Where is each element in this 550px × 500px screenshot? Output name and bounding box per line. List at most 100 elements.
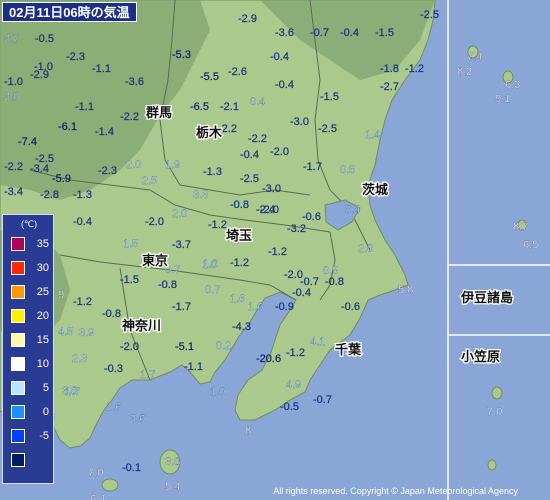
temperature-reading: -5.3 bbox=[172, 49, 191, 61]
legend-swatch bbox=[11, 429, 25, 443]
legend-swatch bbox=[11, 405, 25, 419]
temperature-reading: -2.5 bbox=[240, 173, 259, 185]
temperature-reading: 3.9 bbox=[79, 327, 94, 339]
temperature-reading: -0.4 bbox=[73, 216, 92, 228]
temperature-reading: -0.7 bbox=[313, 394, 332, 406]
temperature-reading: 7.0 bbox=[487, 406, 502, 418]
temperature-reading: -2.2 bbox=[120, 111, 139, 123]
legend-value: 25 bbox=[36, 286, 49, 298]
temperature-reading: 0.7 bbox=[205, 284, 220, 296]
temperature-reading: 2.0 bbox=[172, 208, 187, 220]
temperature-reading: -0.8 bbox=[325, 276, 344, 288]
legend-swatch bbox=[11, 357, 25, 371]
temperature-reading: 4.5 bbox=[58, 326, 73, 338]
legend-value: 20 bbox=[36, 310, 49, 322]
temperature-reading: 1.7 bbox=[65, 386, 80, 398]
map-canvas: 3.7 -0.5-2.9-3.6 -0.7 -0.4 -1.5-2.5-5.3-2.3-… bbox=[0, 0, 550, 500]
temperature-reading: 2.5 bbox=[142, 175, 157, 187]
temperature-reading: 1.7 bbox=[140, 369, 155, 381]
temperature-reading: 9.1 bbox=[495, 93, 510, 105]
temperature-reading: -0.6 bbox=[302, 211, 321, 223]
temperature-reading: -1.5 bbox=[375, 27, 394, 39]
temperature-reading: 1.6 bbox=[230, 293, 245, 305]
temperature-reading: -2.0 bbox=[270, 146, 289, 158]
region-label-tokyo: 東京 bbox=[142, 253, 168, 268]
temperature-reading: 2.3 bbox=[72, 353, 87, 365]
temperature-reading: 7.0 bbox=[88, 467, 103, 479]
region-label-ibaraki: 茨城 bbox=[362, 182, 388, 197]
temperature-reading: -2.6 bbox=[228, 66, 247, 78]
temperature-reading: -1.1 bbox=[75, 101, 94, 113]
temperature-reading: -0.6 bbox=[341, 301, 360, 313]
temperature-reading: -3.2 bbox=[287, 223, 306, 235]
temperature-reading: 1.5 bbox=[123, 238, 138, 250]
temperature-reading: -0.8 bbox=[158, 279, 177, 291]
temperature-reading: 6.5 bbox=[523, 239, 538, 251]
temperature-reading: -1.2 bbox=[73, 296, 92, 308]
temperature-reading: -2.5 bbox=[420, 9, 439, 21]
temperature-reading: -2.3 bbox=[98, 165, 117, 177]
region-label-izu: 伊豆諸島 bbox=[460, 290, 513, 305]
temperature-reading: -0.5 bbox=[35, 33, 54, 45]
legend-value: 30 bbox=[36, 262, 49, 274]
temperature-reading: -2.5 bbox=[318, 123, 337, 135]
temperature-reading: -3.6 bbox=[125, 76, 144, 88]
temperature-reading: 3.3 bbox=[193, 189, 208, 201]
temperature-reading: 2.6 bbox=[106, 401, 121, 413]
temperature-reading: -1.1 bbox=[92, 63, 111, 75]
region-label-kanagawa: 神奈川 bbox=[122, 318, 161, 333]
temperature-reading: -0.1 bbox=[122, 462, 141, 474]
map-title: 02月11日06時の気温 bbox=[2, 2, 137, 22]
temperature-reading: -7.4 bbox=[18, 136, 37, 148]
legend-value: 35 bbox=[36, 238, 49, 250]
region-label-ogasawara: 小笠原 bbox=[461, 349, 500, 364]
temperature-reading: -0.7 bbox=[310, 27, 329, 39]
temperature-reading: -3.0 bbox=[290, 116, 309, 128]
temperature-reading: -0.3 bbox=[104, 363, 123, 375]
temperature-reading: -3.4 bbox=[4, 186, 23, 198]
temperature-reading: 2.0 bbox=[126, 159, 141, 171]
temperature-reading: 1.4 bbox=[365, 129, 380, 141]
temperature-reading: 0.5 bbox=[340, 164, 355, 176]
region-label-gunma: 群馬 bbox=[146, 105, 172, 120]
temperature-reading: -2.2 bbox=[4, 161, 23, 173]
legend-swatch bbox=[11, 285, 25, 299]
temperature-reading: -1.2 bbox=[405, 63, 424, 75]
temperature-reading: -2.5 bbox=[35, 153, 54, 165]
temperature-reading: 3.6 bbox=[130, 413, 145, 425]
temperature-reading: -4.3 bbox=[232, 321, 251, 333]
temperature-reading: -0.4 bbox=[275, 79, 294, 91]
temperature-reading: -0.4 bbox=[292, 287, 311, 299]
temperature-reading: -2.7 bbox=[380, 81, 399, 93]
legend-value: -5 bbox=[39, 430, 49, 442]
temperature-reading: -5.1 bbox=[175, 341, 194, 353]
temperature-reading: 8.2 bbox=[457, 66, 472, 78]
temperature-reading: -2.9 bbox=[30, 69, 49, 81]
temperature-reading: -1.2 bbox=[286, 347, 305, 359]
copyright-notice: All rights reserved. Copyright © Japan M… bbox=[273, 486, 518, 496]
temperature-reading: -3.7 bbox=[172, 239, 191, 251]
temperature-reading: 2.0 bbox=[358, 243, 373, 255]
temperature-reading: 9 bbox=[58, 289, 64, 301]
temperature-reading: -0.9 bbox=[275, 301, 294, 313]
temperature-reading: -1.1 bbox=[184, 361, 203, 373]
temperature-reading: -1.2 bbox=[268, 246, 287, 258]
temperature-reading: 5.4 bbox=[165, 481, 180, 493]
temperature-reading: 8 bbox=[245, 425, 251, 437]
temperature-reading: -1.0 bbox=[4, 76, 23, 88]
temperature-reading: 4.9 bbox=[286, 379, 301, 391]
legend-value: 0 bbox=[42, 406, 49, 418]
temperature-reading: 5.8 bbox=[398, 284, 413, 296]
legend-swatch bbox=[11, 381, 25, 395]
temperature-reading: -1.4 bbox=[95, 126, 114, 138]
temperature-reading: -0.4 bbox=[270, 51, 289, 63]
temperature-reading: -0.5 bbox=[280, 401, 299, 413]
temperature-reading: -3.6 bbox=[275, 27, 294, 39]
temperature-reading: -5.9 bbox=[52, 173, 71, 185]
temperature-reading: -2.3 bbox=[66, 51, 85, 63]
temperature-reading: 1.0 bbox=[202, 259, 217, 271]
temperature-reading: -2.1 bbox=[220, 101, 239, 113]
region-label-saitama: 埼玉 bbox=[226, 228, 252, 243]
temperature-reading: -2.8 bbox=[40, 189, 59, 201]
temperature-reading: 1.0 bbox=[210, 386, 225, 398]
